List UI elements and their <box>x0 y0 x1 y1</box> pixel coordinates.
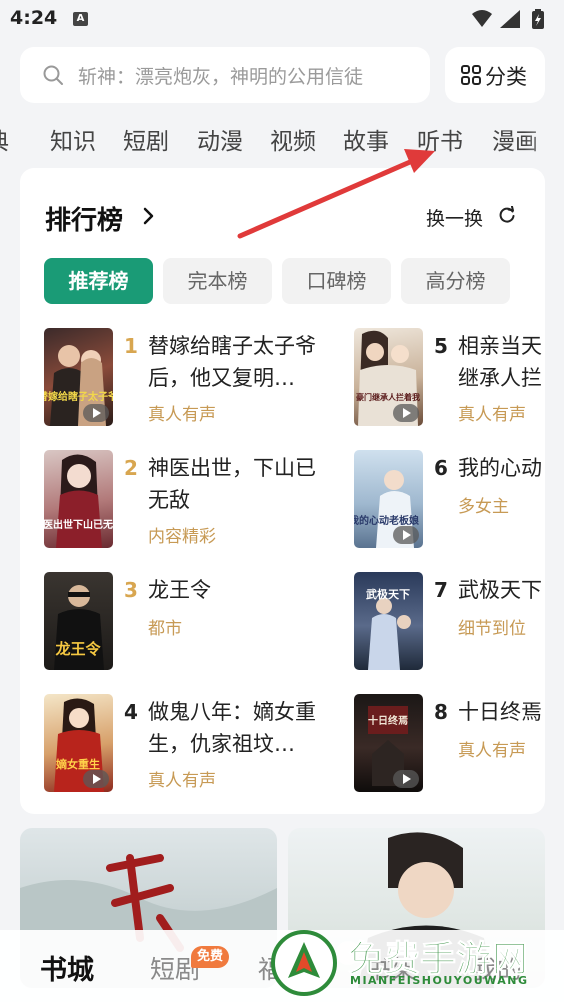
book-title: 十日终焉 <box>458 700 542 724</box>
tab-reputation[interactable]: 口碑榜 <box>282 258 391 304</box>
book-title: 替嫁给瞎子太子爷后，他又复明… <box>148 334 316 390</box>
ranking-title[interactable]: 排行榜 <box>45 200 123 237</box>
rank-number: 8 <box>434 700 448 724</box>
book-title: 做鬼八年：嫡女重生，仇家祖坟… <box>148 700 316 756</box>
ranking-item[interactable]: 武极天下 7 武极天下 细节到位 <box>354 572 545 672</box>
tab-recommended[interactable]: 推荐榜 <box>44 258 153 304</box>
ranking-item[interactable]: 豪门继承人拦着我 5 相亲当天继承人拦着我 真人有声 <box>354 328 545 428</box>
category-button-label: 分类 <box>485 65 527 89</box>
ranking-item[interactable]: 替嫁给瞎子太子爷 1 替嫁给瞎子太子爷后，他又复明… 真人有声 <box>44 328 334 428</box>
search-input[interactable]: 斩神：漂亮炮灰，神明的公用信徒 <box>78 62 418 89</box>
book-tag: 真人有声 <box>458 405 526 425</box>
ranking-item[interactable]: 嫡女重生 4 做鬼八年：嫡女重生，仇家祖坟… 真人有声 <box>44 694 334 794</box>
channel-tab-short-drama[interactable]: 短剧 <box>123 122 169 156</box>
watermark-logo-icon <box>271 930 337 996</box>
channel-tab-anime[interactable]: 动漫 <box>197 122 243 156</box>
book-title: 相亲当天继承人拦着我 <box>458 334 542 390</box>
rank-number: 7 <box>434 578 448 602</box>
rank-number: 3 <box>124 578 138 602</box>
book-tag: 都市 <box>148 619 182 639</box>
channel-tab-video[interactable]: 视频 <box>270 122 316 156</box>
status-time: 4:24 <box>10 7 58 29</box>
channel-tab-knowledge[interactable]: 知识 <box>50 122 96 156</box>
rank-number: 4 <box>124 700 138 724</box>
book-cover: 嫡女重生 <box>44 694 113 792</box>
ranking-card: 排行榜 换一换 推荐榜 完本榜 口碑榜 高分榜 替嫁给瞎子太子爷 1 替嫁给瞎子… <box>20 168 545 814</box>
status-icons <box>472 9 544 29</box>
grid-icon <box>461 65 481 85</box>
chevron-right-icon[interactable] <box>140 204 158 228</box>
book-tag: 细节到位 <box>458 619 526 639</box>
ranking-item[interactable]: 十日终焉 8 十日终焉 真人有声 <box>354 694 545 794</box>
category-button[interactable]: 分类 <box>445 47 545 103</box>
ranking-item[interactable]: 龙王令 3 龙王令 都市 <box>44 572 334 672</box>
book-tag: 内容精彩 <box>148 527 216 547</box>
search-icon <box>43 65 63 85</box>
status-bar: 4:24 A <box>0 0 564 38</box>
book-title: 龙王令 <box>148 578 211 602</box>
play-icon[interactable] <box>393 404 419 422</box>
cover-text: 武极天下 <box>366 587 410 601</box>
channel-tab-story[interactable]: 故事 <box>343 122 389 156</box>
book-cover: 我的心动老板娘 <box>354 450 423 548</box>
channel-tabs: 典 知识 短剧 动漫 视频 故事 听书 漫画 <box>0 118 564 162</box>
cover-text: 神医出世下山已无敌 <box>44 518 113 531</box>
ranking-item[interactable]: 我的心动老板娘 6 我的心动老板娘 多女主 <box>354 450 545 550</box>
play-icon[interactable] <box>393 526 419 544</box>
book-tag: 多女主 <box>458 497 509 517</box>
refresh-button[interactable]: 换一换 <box>426 204 483 231</box>
search-bar[interactable]: 斩神：漂亮炮灰，神明的公用信徒 <box>20 47 430 103</box>
free-badge: 免费 <box>191 946 229 968</box>
watermark-subtext: MIANFEISHOUYOUWANG <box>350 974 529 987</box>
channel-tab-audiobook[interactable]: 听书 <box>417 122 463 156</box>
book-title: 我的心动老板娘 <box>458 456 542 480</box>
channel-tab-dian[interactable]: 典 <box>0 122 9 156</box>
tab-completed[interactable]: 完本榜 <box>163 258 272 304</box>
book-cover: 豪门继承人拦着我 <box>354 328 423 426</box>
cover-text: 十日终焉 <box>368 714 408 727</box>
cover-text: 豪门继承人拦着我 <box>356 392 420 402</box>
rank-number: 6 <box>434 456 448 480</box>
book-cover: 武极天下 <box>354 572 423 670</box>
book-title: 武极天下 <box>458 578 542 602</box>
book-tag: 真人有声 <box>458 741 526 761</box>
rank-number: 1 <box>124 334 138 358</box>
nav-bookstore[interactable]: 书城 <box>40 948 94 987</box>
cover-text: 嫡女重生 <box>56 757 100 771</box>
notification-app-icon: A <box>73 12 88 26</box>
signal-icon <box>500 10 520 28</box>
ranking-tabs: 推荐榜 完本榜 口碑榜 高分榜 <box>44 258 545 306</box>
cover-text: 龙王令 <box>54 640 101 658</box>
book-tag: 真人有声 <box>148 405 216 425</box>
book-tag: 真人有声 <box>148 771 216 791</box>
play-icon[interactable] <box>393 770 419 788</box>
book-cover: 龙王令 <box>44 572 113 670</box>
refresh-icon[interactable] <box>498 206 516 224</box>
book-title: 神医出世，下山已无敌 <box>148 456 316 512</box>
wifi-icon <box>472 10 492 27</box>
play-icon[interactable] <box>83 404 109 422</box>
play-icon[interactable] <box>83 770 109 788</box>
book-cover: 替嫁给瞎子太子爷 <box>44 328 113 426</box>
ranking-item[interactable]: 神医出世下山已无敌 2 神医出世，下山已无敌 内容精彩 <box>44 450 334 550</box>
tab-high-score[interactable]: 高分榜 <box>401 258 510 304</box>
book-cover: 神医出世下山已无敌 <box>44 450 113 548</box>
watermark: 免费手游网 MIANFEISHOUYOUWANG <box>268 928 558 998</box>
channel-fade <box>524 118 564 162</box>
cover-text: 替嫁给瞎子太子爷 <box>44 390 113 403</box>
book-cover: 十日终焉 <box>354 694 423 792</box>
rank-number: 2 <box>124 456 138 480</box>
rank-number: 5 <box>434 334 448 358</box>
